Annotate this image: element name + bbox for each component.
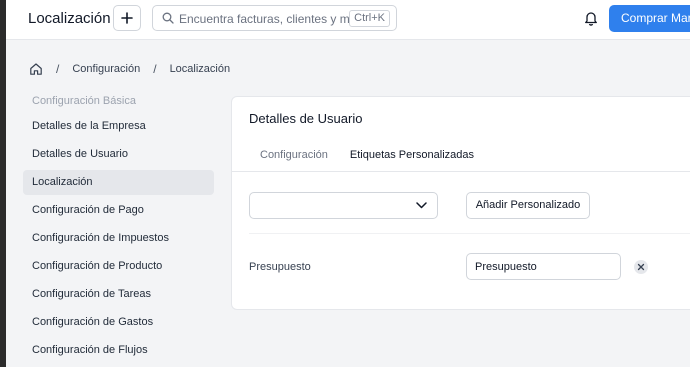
search-shortcut-badge: Ctrl+K bbox=[349, 10, 390, 27]
search-icon bbox=[162, 12, 174, 24]
field-label-presupuesto: Presupuesto bbox=[249, 261, 311, 273]
sidebar-item-tax-settings[interactable]: Configuración de Impuestos bbox=[23, 226, 214, 251]
card-title: Detalles de Usuario bbox=[249, 111, 363, 126]
sidebar-item-company-details[interactable]: Detalles de la Empresa bbox=[23, 114, 214, 139]
bell-icon[interactable] bbox=[584, 10, 598, 26]
sidebar-heading: Configuración Básica bbox=[32, 95, 136, 107]
breadcrumb-separator: / bbox=[56, 62, 60, 76]
search-box[interactable]: Ctrl+K bbox=[152, 5, 397, 31]
tab-configuration[interactable]: Configuración bbox=[249, 141, 339, 172]
sidebar-item-expense-settings[interactable]: Configuración de Gastos bbox=[23, 310, 214, 335]
user-details-card: Detalles de Usuario Configuración Etique… bbox=[231, 96, 690, 310]
close-icon bbox=[637, 263, 645, 271]
sidebar-item-payment-settings[interactable]: Configuración de Pago bbox=[23, 198, 214, 223]
plus-icon bbox=[121, 12, 133, 24]
sidebar-item-workflow-settings[interactable]: Configuración de Flujos bbox=[23, 338, 214, 363]
tabs-divider bbox=[232, 171, 690, 172]
breadcrumb: / Configuración / Localización bbox=[29, 60, 230, 78]
remove-label-button[interactable] bbox=[634, 260, 648, 274]
add-custom-button[interactable]: Añadir Personalizado bbox=[466, 192, 590, 219]
settings-sidebar: Configuración Básica Detalles de la Empr… bbox=[23, 88, 214, 366]
add-button[interactable] bbox=[113, 5, 141, 31]
breadcrumb-configuracion[interactable]: Configuración bbox=[72, 63, 140, 75]
row-divider bbox=[249, 233, 690, 234]
home-link[interactable] bbox=[29, 62, 43, 76]
custom-label-select[interactable] bbox=[249, 192, 438, 219]
page-title: Localización bbox=[28, 10, 111, 27]
top-bar: Localización Ctrl+K Comprar Marca Blanca bbox=[6, 0, 690, 40]
tab-bar: Configuración Etiquetas Personalizadas bbox=[249, 141, 486, 172]
sidebar-item-user-details[interactable]: Detalles de Usuario bbox=[23, 142, 214, 167]
chevron-down-icon bbox=[416, 202, 427, 209]
home-icon bbox=[30, 63, 42, 75]
breadcrumb-separator: / bbox=[153, 62, 157, 76]
sidebar-item-localization[interactable]: Localización bbox=[23, 170, 214, 195]
window-edge bbox=[0, 0, 6, 367]
sidebar-item-task-settings[interactable]: Configuración de Tareas bbox=[23, 282, 214, 307]
buy-white-label-button[interactable]: Comprar Marca Blanca bbox=[609, 5, 690, 32]
sidebar-item-product-settings[interactable]: Configuración de Producto bbox=[23, 254, 214, 279]
presupuesto-label-input[interactable] bbox=[466, 253, 621, 280]
breadcrumb-localizacion[interactable]: Localización bbox=[170, 63, 231, 75]
search-input[interactable] bbox=[179, 10, 349, 28]
tab-custom-labels[interactable]: Etiquetas Personalizadas bbox=[338, 141, 486, 172]
